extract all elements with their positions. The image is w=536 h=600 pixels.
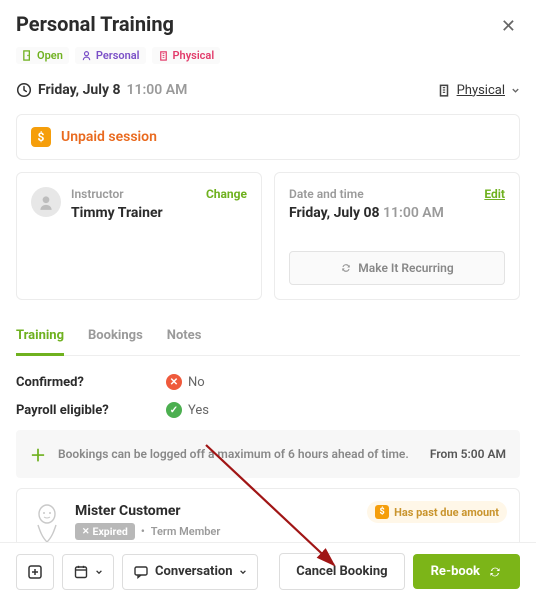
door-icon: [22, 50, 33, 61]
schedule-time: 11:00 AM: [127, 82, 188, 98]
confirmed-value: No: [188, 375, 205, 390]
instructor-card: Instructor Change Timmy Trainer: [16, 172, 262, 300]
rebook-button[interactable]: Re-book: [413, 554, 520, 589]
schedule-datetime: Friday, July 8 11:00 AM: [16, 82, 187, 98]
make-recurring-label: Make It Recurring: [358, 261, 453, 275]
payroll-row: Payroll eligible? ✓ Yes: [16, 402, 520, 418]
check-circle-icon: ✓: [166, 402, 182, 418]
chevron-down-icon: [239, 568, 247, 576]
conversation-label: Conversation: [155, 564, 233, 579]
confirmed-label: Confirmed?: [16, 375, 166, 390]
tag-physical: Physical: [152, 47, 221, 64]
past-due-label: Has past due amount: [394, 506, 499, 519]
datetime-label: Date and time: [289, 187, 364, 201]
tab-training[interactable]: Training: [16, 328, 64, 356]
recurring-icon: [340, 262, 352, 274]
bullet: •: [141, 525, 145, 538]
cancel-booking-button[interactable]: Cancel Booking: [279, 553, 404, 590]
tab-notes[interactable]: Notes: [167, 328, 202, 355]
datetime-card: Date and time Edit Friday, July 08 11:00…: [274, 172, 520, 300]
conversation-button[interactable]: Conversation: [122, 554, 258, 590]
page-title: Personal Training: [16, 12, 174, 36]
past-due-pill: $ Has past due amount: [367, 501, 507, 523]
log-notice-from: From 5:00 AM: [430, 447, 506, 461]
location-mode-label: Physical: [457, 83, 505, 98]
customer-role: Term Member: [151, 525, 221, 538]
tag-label: Open: [37, 49, 63, 62]
change-instructor-link[interactable]: Change: [206, 187, 247, 201]
status-pill-label: Expired: [93, 525, 128, 538]
x-circle-icon: ✕: [166, 374, 182, 390]
chat-icon: [133, 564, 149, 580]
payroll-value: Yes: [188, 403, 209, 418]
instructor-name: Timmy Trainer: [71, 205, 247, 221]
calendar-button[interactable]: [62, 554, 114, 590]
datetime-day: Friday, July 08: [289, 205, 380, 221]
building-icon: [437, 83, 451, 97]
unpaid-alert: $ Unpaid session: [16, 114, 520, 160]
footer-bar: Conversation Cancel Booking Re-book: [0, 542, 536, 600]
instructor-label: Instructor: [71, 187, 124, 201]
calendar-icon: [73, 564, 89, 580]
datetime-time: 11:00 AM: [383, 205, 444, 221]
edit-datetime-link[interactable]: Edit: [484, 187, 505, 201]
chevron-down-icon: [95, 568, 103, 576]
plus-icon[interactable]: ＋: [30, 442, 46, 466]
chevron-down-icon: [511, 86, 520, 95]
log-notice-text: Bookings can be logged off a maximum of …: [58, 447, 409, 461]
tag-label: Personal: [96, 49, 140, 62]
dollar-icon: $: [31, 127, 51, 147]
log-notice: ＋ Bookings can be logged off a maximum o…: [16, 430, 520, 478]
avatar: [31, 187, 61, 217]
close-icon[interactable]: ✕: [497, 12, 520, 41]
status-pill-expired: ✕ Expired: [75, 523, 135, 540]
tag-open: Open: [16, 47, 69, 64]
x-icon: ✕: [82, 527, 90, 537]
add-button[interactable]: [16, 554, 54, 590]
tabs: Training Bookings Notes: [16, 328, 520, 356]
tag-row: Open Personal Physical: [16, 47, 520, 64]
schedule-day: Friday, July 8: [38, 82, 121, 98]
location-mode-selector[interactable]: Physical: [437, 83, 520, 98]
rebook-label: Re-book: [431, 564, 480, 579]
payroll-label: Payroll eligible?: [16, 403, 166, 418]
clock-icon: [16, 82, 32, 98]
customer-avatar: [31, 503, 63, 543]
tag-personal: Personal: [75, 47, 146, 64]
person-icon: [81, 50, 92, 61]
tag-label: Physical: [173, 49, 215, 62]
tab-bookings[interactable]: Bookings: [88, 328, 143, 355]
refresh-icon: [488, 565, 502, 579]
make-recurring-button[interactable]: Make It Recurring: [289, 251, 505, 285]
building-icon: [158, 50, 169, 61]
plus-square-icon: [27, 564, 43, 580]
confirmed-row: Confirmed? ✕ No: [16, 374, 520, 390]
dollar-icon: $: [375, 505, 389, 519]
alert-text: Unpaid session: [61, 129, 157, 145]
